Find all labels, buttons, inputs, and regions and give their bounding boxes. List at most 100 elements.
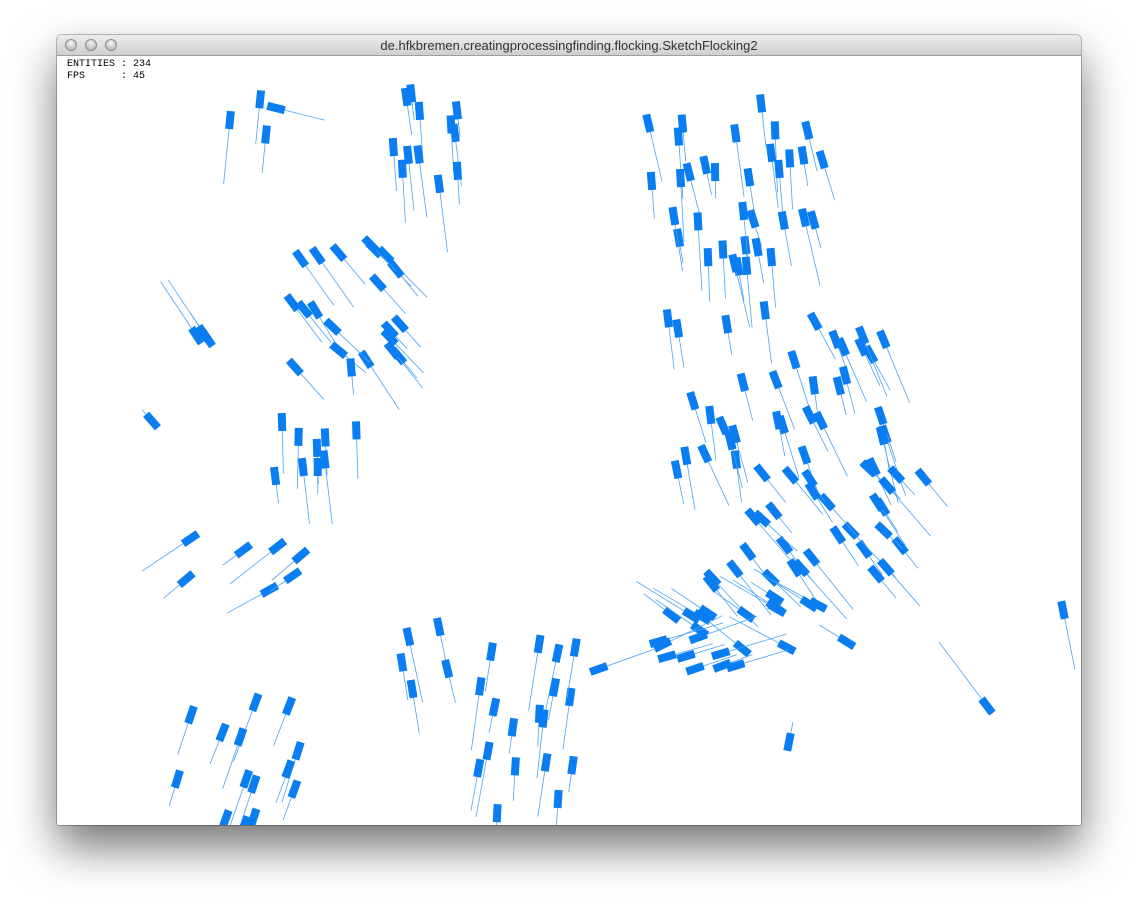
boid bbox=[768, 369, 783, 390]
window-title: de.hfkbremen.creatingprocessingfinding.f… bbox=[380, 38, 758, 53]
boid bbox=[281, 759, 296, 779]
boid bbox=[565, 687, 576, 707]
boid-trail bbox=[528, 643, 540, 711]
boid bbox=[233, 541, 254, 559]
boid bbox=[699, 155, 712, 175]
boid bbox=[785, 149, 795, 168]
boid bbox=[774, 159, 784, 179]
boid bbox=[569, 637, 581, 657]
boid bbox=[703, 248, 713, 267]
boid bbox=[642, 113, 655, 133]
boid bbox=[736, 372, 749, 393]
boid-trail bbox=[697, 221, 703, 292]
boid bbox=[781, 465, 800, 485]
boid-trail bbox=[735, 133, 745, 197]
boid bbox=[798, 207, 810, 228]
boid bbox=[718, 240, 728, 259]
boid bbox=[346, 358, 356, 377]
stats-overlay: ENTITIES : 234 FPS : 45 bbox=[67, 59, 152, 82]
boid bbox=[797, 145, 809, 165]
boid bbox=[588, 662, 609, 676]
boid-trail bbox=[167, 279, 205, 334]
boid bbox=[978, 696, 996, 716]
boid bbox=[710, 647, 731, 661]
boid bbox=[855, 539, 873, 559]
boid bbox=[433, 174, 444, 194]
boid-trail bbox=[438, 183, 448, 253]
boid bbox=[255, 90, 266, 109]
boid-trail bbox=[418, 154, 428, 218]
boid bbox=[662, 308, 674, 328]
boid bbox=[766, 247, 777, 267]
boid bbox=[452, 161, 462, 181]
app-window: de.hfkbremen.creatingprocessingfinding.f… bbox=[57, 35, 1081, 825]
boid bbox=[668, 206, 680, 226]
boid-trail bbox=[882, 339, 911, 404]
boid bbox=[815, 149, 829, 170]
boid bbox=[726, 559, 744, 579]
boid bbox=[402, 626, 415, 647]
boid bbox=[320, 428, 330, 447]
boid bbox=[218, 808, 233, 825]
boid bbox=[486, 642, 497, 662]
boid bbox=[297, 457, 308, 477]
boid bbox=[705, 405, 716, 425]
boid bbox=[329, 243, 348, 262]
boid-trail bbox=[324, 459, 333, 525]
boid-trail bbox=[598, 648, 656, 670]
boid bbox=[765, 501, 783, 521]
boid bbox=[777, 210, 789, 231]
boid bbox=[783, 732, 795, 752]
boid bbox=[756, 94, 767, 113]
boid bbox=[259, 582, 280, 598]
boid bbox=[676, 168, 686, 188]
boid bbox=[287, 779, 302, 799]
boid bbox=[710, 163, 720, 182]
boid bbox=[441, 659, 454, 679]
sketch-canvas[interactable]: ENTITIES : 234 FPS : 45 bbox=[57, 56, 1081, 825]
boid bbox=[686, 391, 700, 411]
boid bbox=[277, 412, 287, 432]
boid bbox=[433, 617, 445, 637]
boid bbox=[329, 341, 349, 360]
boid-trail bbox=[678, 136, 684, 200]
boid bbox=[739, 542, 757, 562]
boid bbox=[740, 235, 751, 255]
boid bbox=[914, 467, 933, 487]
boid bbox=[787, 349, 801, 370]
boid bbox=[876, 329, 891, 350]
boid-trail bbox=[223, 120, 231, 184]
boid bbox=[801, 468, 818, 489]
boid-trail bbox=[316, 255, 354, 308]
boid bbox=[548, 677, 561, 697]
boid bbox=[801, 120, 814, 141]
boid bbox=[677, 114, 688, 133]
flocking-canvas[interactable] bbox=[57, 56, 1081, 825]
boid bbox=[261, 125, 271, 144]
boid bbox=[799, 595, 819, 613]
entities-value: 234 bbox=[133, 59, 152, 70]
boid bbox=[414, 101, 425, 121]
boid bbox=[406, 679, 418, 699]
boid-trail bbox=[886, 485, 931, 537]
boid bbox=[488, 697, 501, 717]
entities-label: ENTITIES bbox=[67, 59, 116, 70]
boid-trail bbox=[365, 359, 400, 410]
boid bbox=[836, 633, 857, 650]
boid bbox=[746, 209, 760, 229]
boid bbox=[753, 463, 771, 483]
title-bar[interactable]: de.hfkbremen.creatingprocessingfinding.f… bbox=[57, 35, 1081, 56]
boid bbox=[741, 256, 752, 276]
boid bbox=[396, 652, 408, 672]
boid bbox=[247, 807, 261, 825]
boid bbox=[685, 662, 705, 676]
boid bbox=[351, 421, 361, 440]
boid bbox=[266, 101, 286, 115]
boid bbox=[670, 459, 683, 480]
boid bbox=[772, 410, 784, 430]
boid bbox=[308, 245, 326, 266]
boid bbox=[874, 405, 888, 426]
boid bbox=[540, 752, 552, 772]
boid bbox=[697, 443, 713, 464]
boid bbox=[291, 741, 305, 761]
